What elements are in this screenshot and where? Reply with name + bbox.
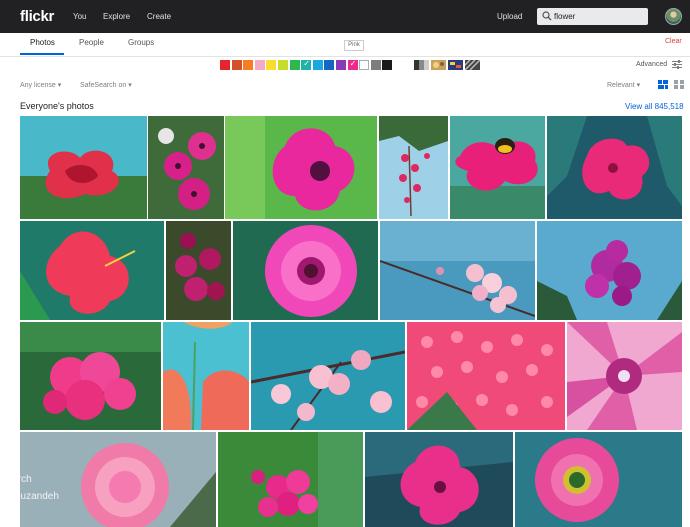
nav-link-you[interactable]: You <box>73 12 87 21</box>
tab-groups[interactable]: Groups <box>128 38 154 47</box>
photo-tile[interactable] <box>515 432 682 527</box>
license-dropdown[interactable]: Any license ▾ <box>20 81 61 89</box>
advanced-link[interactable]: Advanced <box>636 61 667 68</box>
photo-image <box>225 116 377 219</box>
justified-view-icon[interactable] <box>658 80 668 89</box>
sliders-icon[interactable] <box>672 60 682 69</box>
check-icon: ✓ <box>349 59 357 68</box>
photo-image <box>20 116 147 219</box>
section-title: Everyone's photos <box>20 101 94 111</box>
photo-tile[interactable] <box>148 116 224 219</box>
color-swatch[interactable] <box>278 60 288 70</box>
photo-image <box>163 322 249 430</box>
photo-image <box>380 221 535 320</box>
safesearch-label: SafeSearch on <box>80 82 127 89</box>
color-swatch[interactable] <box>254 60 265 70</box>
clear-filters-link[interactable]: Clear <box>665 38 682 45</box>
photo-tile[interactable] <box>407 322 565 430</box>
photo-image <box>218 432 363 527</box>
photo-tile[interactable] <box>20 221 164 320</box>
photo-image <box>20 322 161 430</box>
photo-image <box>450 116 545 219</box>
photo-tile[interactable] <box>567 322 682 430</box>
upload-link[interactable]: Upload <box>497 12 522 21</box>
photo-tile[interactable] <box>20 322 161 430</box>
tab-people[interactable]: People <box>79 38 104 47</box>
photo-image <box>148 116 224 219</box>
sort-label: Relevant <box>607 82 635 89</box>
texture-pattern-swatch[interactable] <box>465 60 480 70</box>
shallow-pattern-swatch[interactable] <box>431 60 446 70</box>
grid-view-icon[interactable] <box>674 80 684 89</box>
license-label: Any license <box>20 82 56 89</box>
color-swatch[interactable] <box>266 60 277 70</box>
search-box[interactable] <box>537 8 648 25</box>
color-swatch[interactable] <box>231 60 242 70</box>
bw-pattern-swatch[interactable] <box>414 60 429 70</box>
tab-photos[interactable]: Photos <box>30 38 55 47</box>
flickr-logo[interactable]: flickr <box>20 8 54 25</box>
top-navbar: flickr You Explore Create Upload <box>0 0 690 33</box>
photo-image <box>537 221 682 320</box>
overlay-caption-line1: Search <box>0 474 32 485</box>
color-swatch[interactable] <box>312 60 323 70</box>
nav-link-create[interactable]: Create <box>147 12 171 21</box>
photo-tile[interactable] <box>225 116 377 219</box>
photo-image <box>20 221 164 320</box>
overlay-caption-line2: Forouzandeh <box>0 491 59 502</box>
color-swatch[interactable]: ✓ <box>301 59 312 70</box>
photo-tile[interactable] <box>379 116 448 219</box>
photo-image <box>515 432 682 527</box>
color-swatch[interactable] <box>336 60 346 70</box>
photo-tile[interactable] <box>450 116 545 219</box>
photo-tile[interactable] <box>20 432 216 527</box>
color-swatch[interactable] <box>359 60 370 70</box>
photo-tile[interactable] <box>365 432 513 527</box>
photo-tile[interactable] <box>20 116 147 219</box>
view-all-link[interactable]: View all 845,518 <box>625 102 684 111</box>
photo-tile[interactable] <box>537 221 682 320</box>
color-swatch[interactable]: ✓ <box>347 59 358 70</box>
photo-image <box>567 322 682 430</box>
color-swatch[interactable] <box>370 60 381 70</box>
photo-image <box>547 116 682 219</box>
photo-image <box>379 116 448 219</box>
chevron-down-icon: ▾ <box>636 82 641 89</box>
chevron-down-icon: ▾ <box>128 82 132 89</box>
color-swatch[interactable] <box>220 60 230 70</box>
photo-image <box>407 322 565 430</box>
chevron-down-icon: ▾ <box>57 82 62 89</box>
photo-tile[interactable] <box>163 322 249 430</box>
color-swatch[interactable] <box>243 60 254 70</box>
photo-tile[interactable] <box>547 116 682 219</box>
sort-dropdown[interactable]: Relevant ▾ <box>607 81 640 89</box>
photo-tile[interactable] <box>380 221 535 320</box>
active-tab-indicator <box>20 53 64 55</box>
photo-tile[interactable] <box>251 322 405 430</box>
photo-image <box>166 221 231 320</box>
search-icon <box>542 11 552 21</box>
photo-image <box>365 432 513 527</box>
color-tooltip: Pink <box>344 40 364 51</box>
search-input[interactable] <box>554 9 644 24</box>
color-swatch[interactable] <box>324 60 335 70</box>
safesearch-dropdown[interactable]: SafeSearch on ▾ <box>80 81 132 89</box>
photo-tile[interactable] <box>233 221 378 320</box>
photo-image <box>20 432 216 527</box>
color-swatch[interactable] <box>382 60 393 70</box>
check-icon: ✓ <box>303 59 310 68</box>
photo-image <box>233 221 378 320</box>
color-swatch[interactable] <box>289 60 300 70</box>
nav-link-explore[interactable]: Explore <box>103 12 130 21</box>
photo-tile[interactable] <box>166 221 231 320</box>
photo-image <box>251 322 405 430</box>
avatar[interactable] <box>665 8 682 25</box>
photo-tile[interactable] <box>218 432 363 527</box>
minimal-pattern-swatch[interactable] <box>448 60 463 70</box>
